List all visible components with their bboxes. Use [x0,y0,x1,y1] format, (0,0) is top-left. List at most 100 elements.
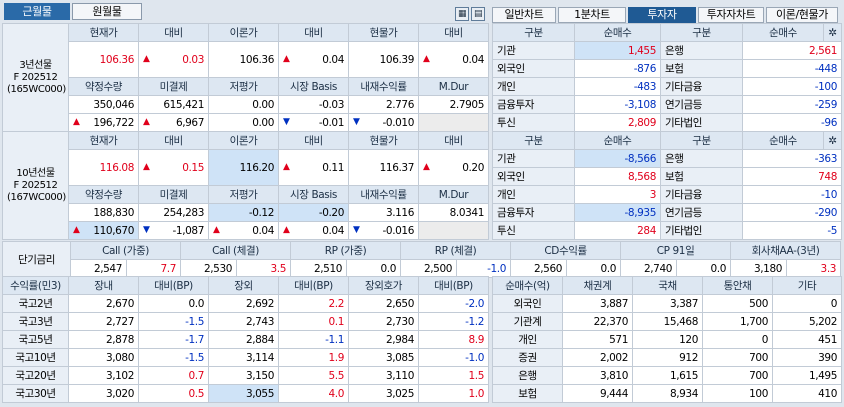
net-buy-value: 2,809 [574,113,661,132]
net-buy-value: 1,615 [632,366,703,385]
futures-3y-label: 3년선물 F 202512 (165WC000) [2,23,69,132]
table-row: 국고5년 2,878 -1.7 2,884 -1.1 2,984 8.9 [2,330,489,349]
investor-type: 개인 [492,77,575,96]
f10-volume: 188,830 [68,203,139,222]
net-buy-value: -100 [742,77,842,96]
col-header: 순매수(억) [492,276,563,295]
col-header: 순매수 [574,23,661,42]
col-header: 기타 [772,276,842,295]
far-month-button[interactable]: 원월물 [72,3,142,20]
f10-irr-change: ▼ -0.016 [348,221,419,240]
up-arrow-icon: ▲ [73,116,80,127]
f3-theory-price: 106.36 [208,41,279,78]
col-header: 수익률(민3) [2,276,69,295]
yield-value: 2,878 [68,330,139,349]
col-header: RP (가중) [290,241,402,260]
f10-spot-change: ▲ 0.20 [418,149,489,186]
col-header: 이론가 [208,23,279,42]
futures-10y-label: 10년선물 F 202512 (167WC000) [2,131,69,240]
col-header: 현재가 [68,23,139,42]
gear-icon[interactable]: ✲ [823,131,842,150]
grid-icon[interactable]: ▦ [455,7,469,21]
f3-spot-price: 106.39 [348,41,419,78]
f10-volume-change: ▲ 110,670 [68,221,139,240]
col-header: 채권계 [562,276,633,295]
near-month-button[interactable]: 근월물 [4,3,70,20]
bp-change: -2.0 [418,294,489,313]
bond-name: 국고5년 [2,330,69,349]
yield-value: 2,670 [68,294,139,313]
net-buy-value: 3,810 [562,366,633,385]
col-header: 약정수량 [68,77,139,96]
yield-value: 2,730 [348,312,419,331]
f10-oi-change: ▼ -1,087 [138,221,209,240]
tab-investor[interactable]: 투자자 [628,7,696,23]
table-row: 개인 571 120 0 451 [492,330,842,349]
investor-type: 보험 [660,59,743,78]
col-header: 대비 [138,131,209,150]
up-arrow-icon: ▲ [143,161,150,172]
f3-volume: 350,046 [68,95,139,114]
rate-change: -1.0 [456,259,512,278]
net-buy-value: 390 [772,348,842,367]
f10-basis: -0.20 [278,203,349,222]
f3-oi-change: ▲ 6,967 [138,113,209,132]
up-arrow-icon: ▲ [73,224,80,235]
f10-theory-change: ▲ 0.11 [278,149,349,186]
col-header: RP (체결) [400,241,512,260]
net-buy-value: 700 [702,348,773,367]
table-row: 기관계 22,370 15,468 1,700 5,202 [492,312,842,331]
net-buy-value: 451 [772,330,842,349]
netbuy-table: 순매수(억) 채권계 국채 통안채 기타 외국인 3,887 3,387 500 0 기관계 22,… [492,276,842,403]
net-buy-value: 0 [772,294,842,313]
net-buy-value: 1,455 [574,41,661,60]
col-header: Call (가중) [69,241,182,260]
col-header: 현물가 [348,23,419,42]
tab-1min-chart[interactable]: 1분차트 [558,7,626,23]
yield-value: 2,743 [208,312,279,331]
rate-value: 2,530 [180,259,238,278]
bp-change: -1.5 [138,312,209,331]
investor-type: 기타법인 [660,113,743,132]
up-arrow-icon: ▲ [213,224,220,235]
col-header: 대비(BP) [278,276,349,295]
rate-change: 7.7 [125,259,182,278]
f3-undervalue: 0.00 [208,95,279,114]
up-arrow-icon: ▲ [283,161,290,172]
col-header: 내재수익률 [348,185,419,204]
bp-change: -1.1 [278,330,349,349]
table-row: 국고20년 3,102 0.7 3,150 5.5 3,110 1.5 [2,366,489,385]
up-arrow-icon: ▲ [283,53,290,64]
col-header: 구분 [660,131,743,150]
net-buy-value: 0 [702,330,773,349]
col-header: 대비 [278,131,349,150]
f10-change: ▲ 0.15 [138,149,209,186]
col-header: 회사채AA-(3년) [730,241,842,260]
list-icon[interactable]: ▤ [471,7,485,21]
col-header: 현재가 [68,131,139,150]
yield-value: 2,884 [208,330,279,349]
bond-name: 국고10년 [2,348,69,367]
tab-theory-spot[interactable]: 이론/현물가 [766,7,838,23]
investor-type: 투신 [492,113,575,132]
table-row: 증권 2,002 912 700 390 [492,348,842,367]
net-buy-value: 912 [632,348,703,367]
net-buy-value: 120 [632,330,703,349]
f3-volume-change: ▲ 196,722 [68,113,139,132]
col-header: 구분 [492,131,575,150]
table-row: 개인 -483 기타금융 -100 [492,77,842,96]
table-row: 금융투자 -3,108 연기금등 -259 [492,95,842,114]
net-buy-value: 500 [702,294,773,313]
tab-investor-chart[interactable]: 투자자차트 [698,7,764,23]
f3-irr-change: ▼ -0.010 [348,113,419,132]
f10-irr: 3.116 [348,203,419,222]
col-header: 대비 [138,23,209,42]
tab-general-chart[interactable]: 일반차트 [492,7,556,23]
yield-value: 2,984 [348,330,419,349]
f10-undervalue-change: ▲ 0.04 [208,221,279,240]
rate-value: 2,560 [510,259,568,278]
net-buy-value: 3 [574,185,661,204]
net-buy-value: 1,700 [702,312,773,331]
col-header: 순매수 [574,131,661,150]
gear-icon[interactable]: ✲ [823,23,842,42]
